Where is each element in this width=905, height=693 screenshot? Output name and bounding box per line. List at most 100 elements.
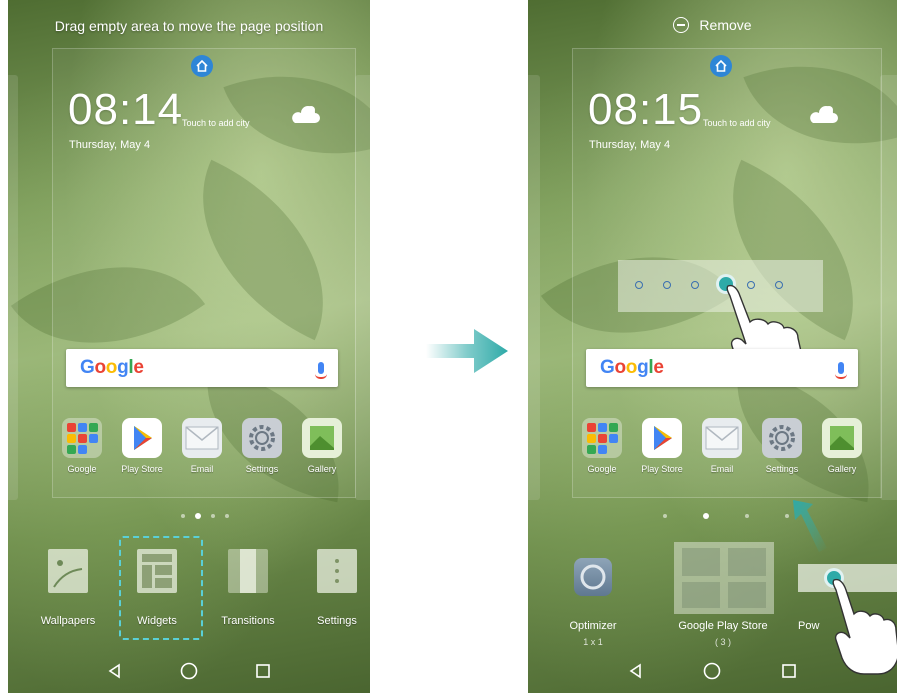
home-circle-icon xyxy=(180,662,198,680)
weather-cloud-sun-icon[interactable] xyxy=(289,103,323,125)
clock-date: Thursday, May 4 xyxy=(69,139,151,151)
page-dot[interactable] xyxy=(663,514,667,518)
google-play-store-widget-preview[interactable] xyxy=(674,542,774,614)
app-dock-row: Google Play Store Email Settings Gallery xyxy=(52,418,352,474)
navigation-bar xyxy=(528,649,897,693)
google-folder-icon xyxy=(62,418,102,458)
app-gallery[interactable]: Gallery xyxy=(292,418,352,474)
next-page-preview[interactable] xyxy=(355,75,370,500)
app-google[interactable]: Google xyxy=(572,418,632,474)
wallpapers-icon xyxy=(48,549,88,593)
mic-icon[interactable] xyxy=(835,362,847,379)
remove-label: Remove xyxy=(699,17,752,33)
optimizer-widget-size: 1 x 1 xyxy=(583,637,603,647)
drag-up-arrow-icon xyxy=(793,500,827,552)
recents-button[interactable] xyxy=(779,661,799,681)
touch-to-add-city[interactable]: Touch to add city xyxy=(182,118,250,128)
app-label: Settings xyxy=(765,464,799,474)
app-label: Gallery xyxy=(307,464,337,474)
app-label: Google xyxy=(587,464,617,474)
app-label: Google xyxy=(67,464,97,474)
home-button[interactable] xyxy=(179,661,199,681)
recents-square-icon xyxy=(256,664,270,678)
email-icon xyxy=(182,418,222,458)
remove-target[interactable]: Remove xyxy=(528,17,897,33)
app-email[interactable]: Email xyxy=(172,418,232,474)
gallery-icon xyxy=(822,418,862,458)
clock-time[interactable]: 08:14 xyxy=(68,85,183,135)
app-email[interactable]: Email xyxy=(692,418,752,474)
wallpapers-label: Wallpapers xyxy=(40,615,96,627)
optimizer-widget-label[interactable]: Optimizer xyxy=(548,620,638,632)
app-play-store[interactable]: Play Store xyxy=(112,418,172,474)
widgets-highlight-box xyxy=(119,536,203,640)
weather-cloud-sun-icon[interactable] xyxy=(807,103,841,125)
left-phone-screen: Drag empty area to move the page positio… xyxy=(8,0,370,693)
clock-time[interactable]: 08:15 xyxy=(588,85,703,135)
app-label: Email xyxy=(710,464,734,474)
page-dot[interactable] xyxy=(225,514,229,518)
page-dot-active[interactable] xyxy=(195,513,201,519)
app-settings[interactable]: Settings xyxy=(752,418,812,474)
page-dot[interactable] xyxy=(745,514,749,518)
app-label: Email xyxy=(190,464,214,474)
next-page-preview[interactable] xyxy=(880,75,897,500)
transitions-option[interactable]: Transitions xyxy=(208,549,288,627)
google-logo: Google xyxy=(600,357,664,378)
google-search-bar[interactable]: Google xyxy=(66,349,338,387)
location-toggle[interactable] xyxy=(690,281,700,291)
back-button[interactable] xyxy=(105,661,125,681)
app-settings[interactable]: Settings xyxy=(232,418,292,474)
settings-option-label: Settings xyxy=(317,615,357,627)
google-play-store-widget-label[interactable]: Google Play Store xyxy=(658,620,788,632)
app-play-store[interactable]: Play Store xyxy=(632,418,692,474)
back-triangle-icon xyxy=(108,663,120,679)
back-triangle-icon xyxy=(629,663,641,679)
navigation-bar xyxy=(8,649,370,693)
settings-option[interactable]: Settings xyxy=(297,549,370,627)
app-label: Play Store xyxy=(641,464,683,474)
wifi-icon xyxy=(635,281,643,289)
settings-icon xyxy=(242,418,282,458)
google-play-store-widget-count: ( 3 ) xyxy=(714,637,731,647)
mic-icon[interactable] xyxy=(315,362,327,379)
play-store-icon xyxy=(122,418,162,458)
app-dock-row: Google Play Store Email Settings Gallery xyxy=(572,418,872,474)
page-dot[interactable] xyxy=(211,514,215,518)
gallery-icon xyxy=(302,418,342,458)
home-page-icon[interactable] xyxy=(710,55,732,77)
recents-button[interactable] xyxy=(253,661,273,681)
page-dot-active[interactable] xyxy=(703,513,709,519)
optimizer-widget-icon[interactable] xyxy=(574,558,612,596)
settings-icon xyxy=(762,418,802,458)
wifi-toggle[interactable] xyxy=(634,281,644,291)
google-logo: Google xyxy=(80,357,144,378)
page-indicator[interactable] xyxy=(181,513,229,519)
drag-hint-text: Drag empty area to move the page positio… xyxy=(54,18,324,34)
app-google[interactable]: Google xyxy=(52,418,112,474)
back-button[interactable] xyxy=(626,661,646,681)
google-folder-icon xyxy=(582,418,622,458)
location-icon xyxy=(691,281,699,289)
page-dot[interactable] xyxy=(181,514,185,518)
touch-to-add-city[interactable]: Touch to add city xyxy=(703,118,771,128)
clock-date: Thursday, May 4 xyxy=(589,139,671,151)
wallpapers-option[interactable]: Wallpapers xyxy=(28,549,108,627)
page-indicator[interactable] xyxy=(663,513,789,519)
app-gallery[interactable]: Gallery xyxy=(812,418,872,474)
settings-dots-icon xyxy=(317,549,357,593)
app-label: Gallery xyxy=(827,464,857,474)
app-label: Settings xyxy=(245,464,279,474)
app-label: Play Store xyxy=(121,464,163,474)
recents-square-icon xyxy=(782,664,796,678)
prev-page-preview[interactable] xyxy=(528,75,540,500)
bluetooth-toggle[interactable] xyxy=(662,281,672,291)
right-phone-screen: Remove 08:15 Touch to add city Thursday,… xyxy=(528,0,897,693)
home-page-icon[interactable] xyxy=(191,55,213,77)
email-icon xyxy=(702,418,742,458)
bluetooth-icon xyxy=(663,281,671,289)
home-button[interactable] xyxy=(702,661,722,681)
prev-page-preview[interactable] xyxy=(8,75,18,500)
google-search-bar[interactable]: Google xyxy=(586,349,858,387)
home-circle-icon xyxy=(704,662,721,680)
